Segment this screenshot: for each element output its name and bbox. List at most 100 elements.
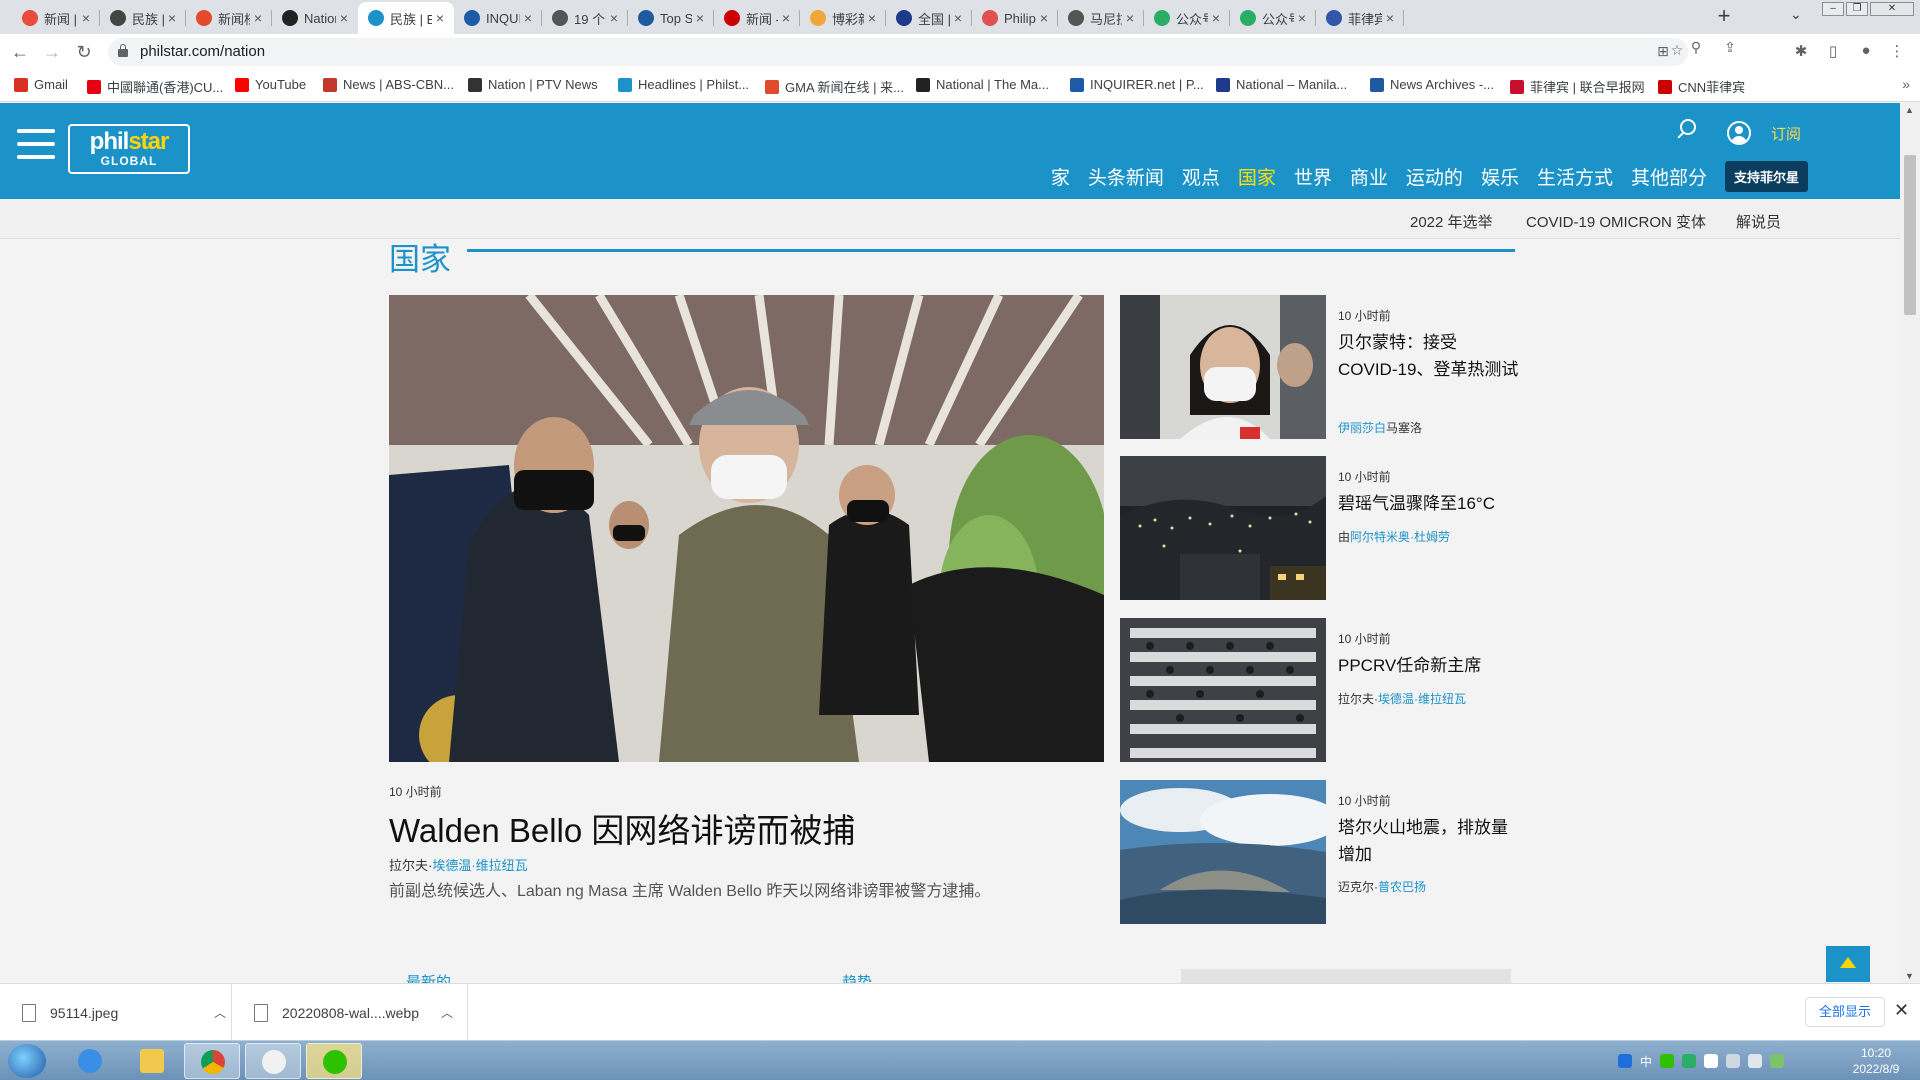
side-article-thumbnail[interactable] xyxy=(1120,780,1326,924)
bookmark-item[interactable]: Headlines | Philst... xyxy=(618,77,749,92)
browser-tab[interactable]: 公众号× xyxy=(1144,2,1230,34)
browser-tab[interactable]: 民族 | E× xyxy=(100,2,186,34)
browser-tab[interactable]: 公众号× xyxy=(1230,2,1316,34)
reload-icon[interactable]: ↻ xyxy=(72,40,96,64)
show-all-downloads-button[interactable]: 全部显示 xyxy=(1805,997,1885,1027)
browser-tab[interactable]: INQUIR× xyxy=(454,2,542,34)
scroll-up-icon[interactable]: ▲ xyxy=(1905,105,1914,115)
chevron-up-icon[interactable]: ︿ xyxy=(214,1004,226,1021)
browser-tab[interactable]: 博彩新闻× xyxy=(800,2,886,34)
nav-item[interactable]: 运动的 xyxy=(1406,163,1463,190)
ime-icon[interactable] xyxy=(1618,1054,1632,1068)
bookmarks-overflow-icon[interactable]: » xyxy=(1902,76,1910,92)
bookmark-item[interactable]: INQUIRER.net | P... xyxy=(1070,77,1204,92)
browser-tab[interactable]: 菲律宾 × xyxy=(1316,2,1404,34)
tab-close-icon[interactable]: × xyxy=(78,10,94,26)
browser-tab[interactable]: 新闻 - C× xyxy=(714,2,800,34)
tray-app-icon[interactable] xyxy=(1682,1054,1697,1068)
hero-headline[interactable]: Walden Bello 因网络诽谤而被捕 xyxy=(389,804,855,852)
philstar-logo[interactable]: philstar GLOBAL xyxy=(68,124,190,174)
tab-close-icon[interactable]: × xyxy=(864,10,880,26)
search-icon[interactable] xyxy=(1676,119,1698,141)
browser-menu-icon[interactable]: ⋮ xyxy=(1886,42,1908,62)
tab-close-icon[interactable]: × xyxy=(432,10,448,26)
tab-close-icon[interactable]: × xyxy=(1294,10,1310,26)
browser-tab[interactable]: 马尼拉× xyxy=(1058,2,1144,34)
download-item[interactable]: 95114.jpeg ︿ xyxy=(0,984,232,1041)
side-author-link[interactable]: 阿尔特米奥·杜姆劳 xyxy=(1350,530,1450,544)
download-item[interactable]: 20220808-wal....webp ︿ xyxy=(232,984,468,1041)
nav-item[interactable]: 生活方式 xyxy=(1537,163,1613,190)
browser-tab[interactable]: 民族 | E× xyxy=(358,2,454,34)
side-article-thumbnail[interactable] xyxy=(1120,456,1326,600)
side-article-title[interactable]: 碧瑶气温骤降至16°C xyxy=(1338,490,1520,517)
tab-close-icon[interactable]: × xyxy=(1122,10,1138,26)
tab-close-icon[interactable]: × xyxy=(520,10,536,26)
bookmark-item[interactable]: CNN菲律宾 xyxy=(1658,77,1745,96)
close-window-icon[interactable]: ✕ xyxy=(1870,2,1914,16)
side-article-title[interactable]: 贝尔蒙特：接受 COVID-19、登革热测试 xyxy=(1338,329,1520,383)
side-article-card[interactable]: 10 小时前 贝尔蒙特：接受 COVID-19、登革热测试 伊丽莎白马塞洛 xyxy=(1120,295,1520,439)
side-article-thumbnail[interactable] xyxy=(1120,295,1326,439)
tab-close-icon[interactable]: × xyxy=(250,10,266,26)
browser-tab[interactable]: Top Sto× xyxy=(628,2,714,34)
bookmark-item[interactable]: National – Manila... xyxy=(1216,77,1347,92)
scroll-down-icon[interactable]: ▼ xyxy=(1905,971,1914,981)
share-icon[interactable]: ⇪ xyxy=(1720,39,1740,57)
system-clock[interactable]: 10:20 2022/8/9 xyxy=(1836,1045,1916,1077)
address-bar[interactable]: philstar.com/nation ⊞ ☆ xyxy=(108,38,1688,66)
lock-icon[interactable] xyxy=(118,44,128,57)
forward-arrow-icon[interactable]: → xyxy=(40,40,64,64)
pet-app[interactable] xyxy=(245,1043,301,1079)
browser-tab[interactable]: 新闻 | A× xyxy=(12,2,100,34)
tab-close-icon[interactable]: × xyxy=(1382,10,1398,26)
user-account-icon[interactable] xyxy=(1727,121,1751,145)
ime-language[interactable]: 中 xyxy=(1640,1053,1652,1070)
side-article-card[interactable]: 10 小时前 PPCRV任命新主席 拉尔夫·埃德温·维拉纽瓦 xyxy=(1120,618,1520,762)
chrome-app[interactable] xyxy=(184,1043,240,1079)
chevron-up-icon[interactable]: ︿ xyxy=(441,1004,453,1021)
ie-app[interactable] xyxy=(62,1043,118,1079)
nav-item[interactable]: 娱乐 xyxy=(1481,163,1519,190)
hero-article-image[interactable] xyxy=(389,295,1104,762)
side-article-title[interactable]: PPCRV任命新主席 xyxy=(1338,652,1520,679)
browser-tab[interactable]: Philipp× xyxy=(972,2,1058,34)
new-tab-button[interactable]: + xyxy=(1712,4,1736,30)
hero-author-link[interactable]: 埃德温·维拉纽瓦 xyxy=(432,858,527,873)
bookmark-item[interactable]: GMA 新闻在线 | 来... xyxy=(765,77,904,96)
side-article-card[interactable]: 10 小时前 碧瑶气温骤降至16°C 由阿尔特米奥·杜姆劳 xyxy=(1120,456,1520,600)
tab-close-icon[interactable]: × xyxy=(164,10,180,26)
tab-close-icon[interactable]: × xyxy=(950,10,966,26)
explorer-app[interactable] xyxy=(124,1043,180,1079)
side-article-title[interactable]: 塔尔火山地震，排放量增加 xyxy=(1338,814,1520,868)
bookmark-item[interactable]: Gmail xyxy=(14,77,68,92)
side-article-thumbnail[interactable] xyxy=(1120,618,1326,762)
nav-item[interactable]: 家 xyxy=(1051,163,1070,190)
battery-icon[interactable] xyxy=(1770,1054,1785,1068)
support-button[interactable]: 支持菲尔星 xyxy=(1724,161,1808,192)
wechat-app[interactable] xyxy=(306,1043,362,1079)
bookmark-item[interactable]: YouTube xyxy=(235,77,306,92)
bookmark-item[interactable]: 菲律宾 | 联合早报网 xyxy=(1510,77,1645,96)
url-text[interactable]: philstar.com/nation xyxy=(140,43,265,60)
tab-close-icon[interactable]: × xyxy=(606,10,622,26)
subscribe-link[interactable]: 订阅 xyxy=(1771,123,1801,144)
browser-tab[interactable]: 19 个省× xyxy=(542,2,628,34)
download-filename[interactable]: 95114.jpeg xyxy=(50,1005,200,1021)
nav-item[interactable]: 其他部分 xyxy=(1631,163,1707,190)
close-icon[interactable]: ✕ xyxy=(1894,1000,1909,1021)
page-scrollbar[interactable]: ▲ ▼ xyxy=(1900,103,1920,983)
volume-icon[interactable] xyxy=(1726,1054,1741,1068)
nav-item[interactable]: 商业 xyxy=(1350,163,1388,190)
tab-search-chevron-icon[interactable]: ⌄ xyxy=(1790,6,1802,23)
tab-trending[interactable]: 趋势 xyxy=(842,971,872,983)
profile-avatar-icon[interactable]: ● xyxy=(1855,42,1877,62)
browser-tab[interactable]: 新闻档× xyxy=(186,2,272,34)
shield-icon[interactable] xyxy=(1704,1054,1719,1068)
restore-icon[interactable]: ❐ xyxy=(1846,2,1868,16)
nav-item[interactable]: 头条新闻 xyxy=(1088,163,1164,190)
hamburger-menu-icon[interactable] xyxy=(17,129,55,159)
start-button[interactable] xyxy=(8,1044,46,1078)
bookmark-item[interactable]: Nation | PTV News xyxy=(468,77,598,92)
tab-close-icon[interactable]: × xyxy=(1036,10,1052,26)
